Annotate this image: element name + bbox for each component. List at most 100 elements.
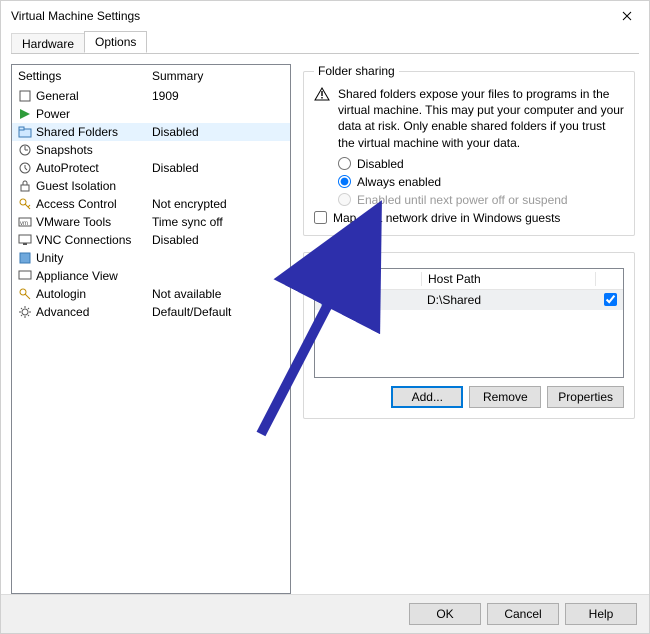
- close-button[interactable]: [604, 1, 649, 31]
- folders-table[interactable]: Name Host Path Shared D:\Shared: [314, 268, 624, 378]
- settings-row-advanced[interactable]: Advanced Default/Default: [12, 303, 290, 321]
- titlebar: Virtual Machine Settings: [1, 1, 649, 31]
- label: AutoProtect: [36, 161, 99, 175]
- clock-icon: [18, 143, 32, 157]
- vm-settings-window: Virtual Machine Settings Hardware Option…: [0, 0, 650, 634]
- label: Access Control: [36, 197, 117, 211]
- folder-sharing-warning: Shared folders expose your files to prog…: [338, 86, 624, 151]
- label: VMware Tools: [36, 215, 111, 229]
- radio-disabled[interactable]: Disabled: [338, 157, 624, 171]
- settings-row-shared-folders[interactable]: Shared Folders Disabled: [12, 123, 290, 141]
- folder-sharing-legend: Folder sharing: [314, 64, 399, 78]
- folders-table-header: Name Host Path: [315, 269, 623, 290]
- tab-body: Settings Summary General 1909 Power Shar…: [11, 53, 639, 594]
- window-title: Virtual Machine Settings: [11, 9, 604, 23]
- settings-row-unity[interactable]: Unity: [12, 249, 290, 267]
- ok-button[interactable]: OK: [409, 603, 481, 625]
- vmware-icon: vm: [18, 215, 32, 229]
- folders-group: Folders Name Host Path Shared: [303, 246, 635, 419]
- warning-icon: [314, 87, 330, 151]
- check-map-drive-label: Map as a network drive in Windows guests: [333, 211, 560, 225]
- folders-row[interactable]: Shared D:\Shared: [315, 290, 623, 310]
- folders-buttons: Add... Remove Properties: [314, 386, 624, 408]
- label: Shared Folders: [36, 125, 118, 139]
- folder-icon: [18, 125, 32, 139]
- settings-row-autoprotect[interactable]: AutoProtect Disabled: [12, 159, 290, 177]
- label: Appliance View: [36, 269, 118, 283]
- tabs: Hardware Options: [1, 31, 649, 53]
- radio-until-label: Enabled until next power off or suspend: [357, 193, 568, 207]
- radio-until-input: [338, 193, 351, 206]
- col-settings: Settings: [12, 69, 148, 83]
- remove-button[interactable]: Remove: [469, 386, 541, 408]
- folders-row-enabled[interactable]: [604, 293, 617, 306]
- unity-icon: [18, 251, 32, 265]
- label: Power: [36, 107, 70, 121]
- add-button[interactable]: Add...: [391, 386, 463, 408]
- settings-list-header: Settings Summary: [12, 65, 290, 87]
- radio-disabled-input[interactable]: [338, 157, 351, 170]
- radio-always-input[interactable]: [338, 175, 351, 188]
- label: Guest Isolation: [36, 179, 116, 193]
- monitor-icon: [18, 233, 32, 247]
- cancel-button[interactable]: Cancel: [487, 603, 559, 625]
- col-summary: Summary: [148, 69, 290, 83]
- folder-sharing-group: Folder sharing Shared folders expose you…: [303, 64, 635, 236]
- folders-col-host[interactable]: Host Path: [422, 272, 596, 286]
- label: VNC Connections: [36, 233, 131, 247]
- right-panel: Folder sharing Shared folders expose you…: [303, 64, 639, 594]
- close-icon: [622, 11, 632, 21]
- settings-row-guest-isolation[interactable]: Guest Isolation: [12, 177, 290, 195]
- summary: Not available: [148, 287, 290, 301]
- check-map-drive[interactable]: Map as a network drive in Windows guests: [314, 211, 624, 225]
- radio-until: Enabled until next power off or suspend: [338, 193, 624, 207]
- key-icon: [18, 197, 32, 211]
- label: Autologin: [36, 287, 86, 301]
- play-icon: [18, 107, 32, 121]
- folder-sharing-warning-row: Shared folders expose your files to prog…: [314, 86, 624, 151]
- gear-icon: [18, 305, 32, 319]
- summary: 1909: [148, 89, 290, 103]
- label: Advanced: [36, 305, 89, 319]
- summary: Disabled: [148, 233, 290, 247]
- settings-row-vnc[interactable]: VNC Connections Disabled: [12, 231, 290, 249]
- help-button[interactable]: Help: [565, 603, 637, 625]
- settings-row-general[interactable]: General 1909: [12, 87, 290, 105]
- general-icon: [18, 89, 32, 103]
- folders-row-name: Shared: [339, 293, 378, 307]
- user-key-icon: [18, 287, 32, 301]
- appliance-icon: [18, 269, 32, 283]
- settings-row-autologin[interactable]: Autologin Not available: [12, 285, 290, 303]
- tab-hardware[interactable]: Hardware: [11, 33, 85, 54]
- properties-button[interactable]: Properties: [547, 386, 624, 408]
- label: Unity: [36, 251, 63, 265]
- shield-clock-icon: [18, 161, 32, 175]
- settings-row-snapshots[interactable]: Snapshots: [12, 141, 290, 159]
- label: General: [36, 89, 79, 103]
- summary: Time sync off: [148, 215, 290, 229]
- radio-disabled-label: Disabled: [357, 157, 404, 171]
- settings-row-vmware-tools[interactable]: vm VMware Tools Time sync off: [12, 213, 290, 231]
- radio-always-label: Always enabled: [357, 175, 441, 189]
- label: Snapshots: [36, 143, 93, 157]
- summary: Default/Default: [148, 305, 290, 319]
- check-map-drive-input[interactable]: [314, 211, 327, 224]
- content-area: Hardware Options Settings Summary Genera…: [1, 31, 649, 594]
- folders-row-host: D:\Shared: [421, 293, 597, 307]
- tab-options[interactable]: Options: [84, 31, 147, 53]
- svg-text:vm: vm: [20, 221, 28, 227]
- folders-legend: Folders: [314, 246, 362, 260]
- settings-row-access-control[interactable]: Access Control Not encrypted: [12, 195, 290, 213]
- summary: Not encrypted: [148, 197, 290, 211]
- dialog-buttons: OK Cancel Help: [1, 594, 649, 633]
- lock-icon: [18, 179, 32, 193]
- folder-icon: [321, 293, 335, 307]
- summary: Disabled: [148, 161, 290, 175]
- folders-col-name[interactable]: Name: [315, 272, 422, 286]
- radio-always[interactable]: Always enabled: [338, 175, 624, 189]
- sharing-radio-group: Disabled Always enabled Enabled until ne…: [338, 157, 624, 207]
- settings-row-appliance-view[interactable]: Appliance View: [12, 267, 290, 285]
- summary: Disabled: [148, 125, 290, 139]
- settings-row-power[interactable]: Power: [12, 105, 290, 123]
- settings-list[interactable]: Settings Summary General 1909 Power Shar…: [11, 64, 291, 594]
